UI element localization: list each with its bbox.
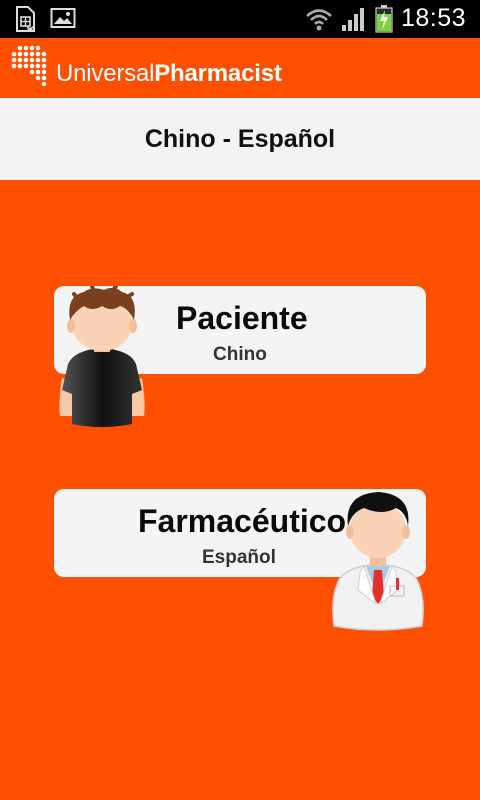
language-pair-label: Chino - Español [144,124,336,153]
status-bar: 18:53 [0,0,480,38]
brand-bold: Pharmacist [154,60,282,87]
app-brand: UniversalPharmacist [56,60,282,88]
pharmacist-avatar-icon [332,492,424,631]
language-pair-header: Chino - Español [0,98,480,180]
patient-avatar-icon [59,286,145,427]
patient-title: Paciente [176,300,308,336]
status-bar-notifications [14,6,76,32]
status-time: 18:53 [400,4,466,32]
sim-card-icon [16,6,35,32]
brand-light: Universal [56,60,155,87]
signal-icon [341,7,364,31]
wifi-icon [306,8,332,30]
pharmacist-language: Español [202,547,276,568]
pharmacist-title: Farmacéutico [138,503,347,539]
status-bar-system: 18:53 [305,4,466,33]
battery-charging-icon [375,4,393,33]
image-icon [50,8,76,28]
dot-matrix-logo [11,45,47,86]
patient-language: Chino [213,344,267,365]
